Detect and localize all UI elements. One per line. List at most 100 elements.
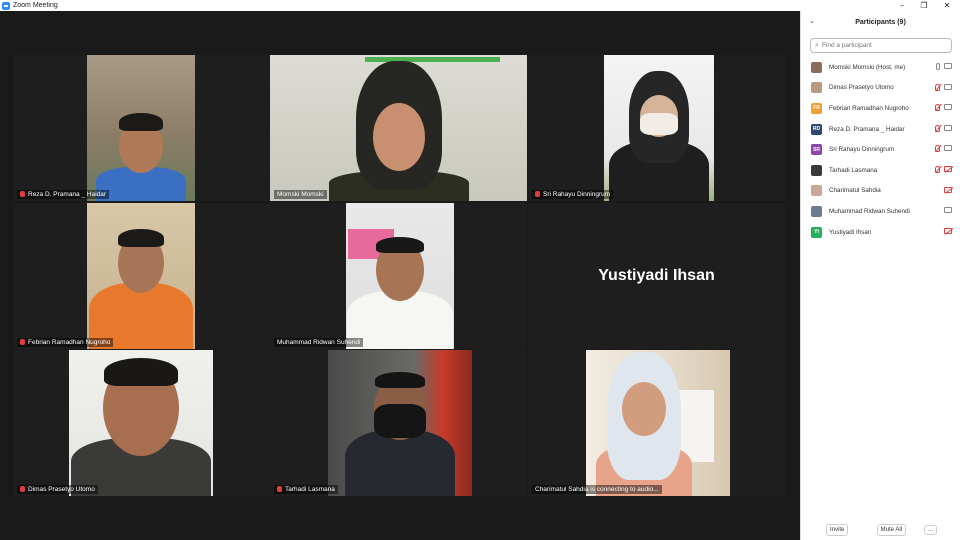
camera-icon[interactable]	[944, 145, 952, 152]
participant-row[interactable]: Tarhadi Lasmana	[801, 160, 960, 181]
mic-muted-icon	[20, 339, 25, 345]
participant-name-label: Tarhadi Lasmana	[274, 485, 338, 494]
participant-status-icons	[935, 83, 952, 91]
video-tile-no-video[interactable]: Yustiyadi Ihsan	[528, 203, 785, 349]
participant-name-placeholder: Yustiyadi Ihsan	[598, 267, 715, 284]
video-feed	[346, 203, 454, 349]
camera-off-icon[interactable]	[944, 227, 952, 234]
participant-search-input[interactable]	[821, 42, 942, 49]
participant-row[interactable]: SR Sri Rahayu Dinningrum	[801, 139, 960, 160]
avatar	[811, 185, 822, 197]
panel-header: ⌄ Participants (9)	[801, 11, 960, 33]
avatar: RD	[811, 123, 822, 135]
participant-figure	[87, 203, 195, 349]
mic-muted-icon	[535, 191, 540, 197]
participant-name-label: Momski Momski	[274, 190, 327, 199]
microphone-muted-icon[interactable]	[935, 124, 940, 132]
microphone-icon[interactable]	[936, 63, 940, 70]
participants-title: Participants (9)	[855, 18, 906, 26]
participant-figure	[87, 55, 195, 201]
mic-muted-icon	[277, 486, 282, 492]
mic-muted-icon	[20, 191, 25, 197]
participant-status-icons	[935, 165, 952, 173]
camera-off-icon[interactable]	[944, 186, 952, 193]
participant-name-label: Febrian Ramadhan Nugroho	[17, 338, 114, 347]
participant-status-icons	[936, 63, 952, 70]
mute-all-button[interactable]: Mute All	[876, 524, 906, 536]
camera-icon[interactable]	[944, 207, 952, 214]
camera-icon[interactable]	[944, 104, 952, 111]
video-tile[interactable]: Sri Rahayu Dinningrum	[528, 55, 785, 201]
video-feed	[270, 55, 527, 201]
video-gallery: Reza D. Pramana _ Haidar Momski Momski S…	[0, 11, 800, 540]
microphone-muted-icon[interactable]	[935, 104, 940, 112]
video-tile[interactable]: Muhammad Ridwan Suhendi	[270, 203, 527, 349]
participant-status-icons	[944, 227, 952, 234]
avatar: FR	[811, 102, 822, 114]
zoom-logo-icon	[2, 1, 10, 10]
participant-name-label: Sri Rahayu Dinningrum	[532, 190, 614, 199]
participant-status-icons	[935, 104, 952, 112]
participant-row[interactable]: Dimas Prasetyo Utomo	[801, 78, 960, 99]
participant-name: Charimatul Sahdia	[829, 187, 881, 195]
microphone-muted-icon[interactable]	[935, 165, 940, 173]
close-button[interactable]: ✕	[935, 0, 959, 11]
video-feed	[328, 350, 472, 496]
participant-row[interactable]: RD Reza D. Pramana _ Haidar	[801, 119, 960, 140]
avatar: YI	[811, 226, 822, 238]
video-tile[interactable]: Febrian Ramadhan Nugroho	[13, 203, 270, 349]
video-feed	[586, 350, 730, 496]
participants-panel: ⌄ Participants (9) ⌕ Momski Momski (Host…	[800, 11, 960, 540]
microphone-muted-icon[interactable]	[935, 83, 940, 91]
camera-icon[interactable]	[944, 63, 952, 69]
participant-row[interactable]: YI Yustiyadi Ihsan	[801, 222, 960, 243]
invite-button[interactable]: Invite	[826, 524, 849, 536]
participant-row[interactable]: Charimatul Sahdia	[801, 181, 960, 202]
avatar	[811, 61, 822, 73]
collapse-chevron-icon[interactable]: ⌄	[809, 17, 815, 25]
video-tile-active-speaker[interactable]: Momski Momski	[270, 55, 527, 201]
participant-status-icons	[935, 124, 952, 132]
window-title: Zoom Meeting	[13, 2, 58, 9]
video-tile[interactable]: Tarhadi Lasmana	[270, 350, 527, 496]
participant-name-label: Charimatul Sahdia is connecting to audio…	[532, 485, 662, 494]
video-tile[interactable]: Reza D. Pramana _ Haidar	[13, 55, 270, 201]
avatar	[811, 82, 822, 94]
participant-name: Momski Momski (Host, me)	[829, 63, 906, 71]
search-icon: ⌕	[815, 41, 819, 49]
participant-list: Momski Momski (Host, me) Dimas Prasetyo U…	[801, 57, 960, 242]
participant-figure	[69, 350, 213, 496]
avatar	[811, 164, 822, 176]
zoom-window: Zoom Meeting – ❐ ✕ Reza D. Pramana _ Hai…	[0, 0, 960, 540]
participant-figure	[604, 55, 714, 201]
camera-icon[interactable]	[944, 83, 952, 90]
video-tile[interactable]: Charimatul Sahdia is connecting to audio…	[528, 350, 785, 496]
participant-figure	[594, 350, 694, 496]
video-feed	[87, 203, 195, 349]
participant-row[interactable]: Muhammad Ridwan Suhendi	[801, 201, 960, 222]
participant-status-icons	[944, 186, 952, 193]
participant-row[interactable]: FR Febrian Ramadhan Nugroho	[801, 98, 960, 119]
participant-search-box[interactable]: ⌕	[810, 38, 952, 53]
video-tile[interactable]: Dimas Prasetyo Utomo	[13, 350, 270, 496]
avatar: SR	[811, 144, 822, 156]
camera-icon[interactable]	[944, 124, 952, 131]
minimize-button[interactable]: –	[890, 0, 914, 11]
participant-name: Sri Rahayu Dinningrum	[829, 146, 895, 154]
participant-status-icons	[935, 145, 952, 153]
participant-name: Yustiyadi Ihsan	[829, 228, 872, 236]
video-feed	[604, 55, 714, 201]
panel-footer: Invite Mute All ...	[801, 520, 960, 540]
microphone-muted-icon[interactable]	[935, 145, 940, 153]
restore-button[interactable]: ❐	[912, 0, 936, 11]
more-options-button[interactable]: ...	[923, 525, 937, 535]
participant-name: Dimas Prasetyo Utomo	[829, 84, 894, 92]
participant-name: Reza D. Pramana _ Haidar	[829, 125, 905, 133]
participant-name: Muhammad Ridwan Suhendi	[829, 207, 910, 215]
camera-off-icon[interactable]	[944, 165, 952, 172]
participant-figure	[346, 203, 454, 349]
participant-name-label: Dimas Prasetyo Utomo	[17, 485, 98, 494]
participant-row[interactable]: Momski Momski (Host, me)	[801, 57, 960, 78]
participant-name: Febrian Ramadhan Nugroho	[829, 104, 909, 112]
participant-status-icons	[944, 207, 952, 214]
